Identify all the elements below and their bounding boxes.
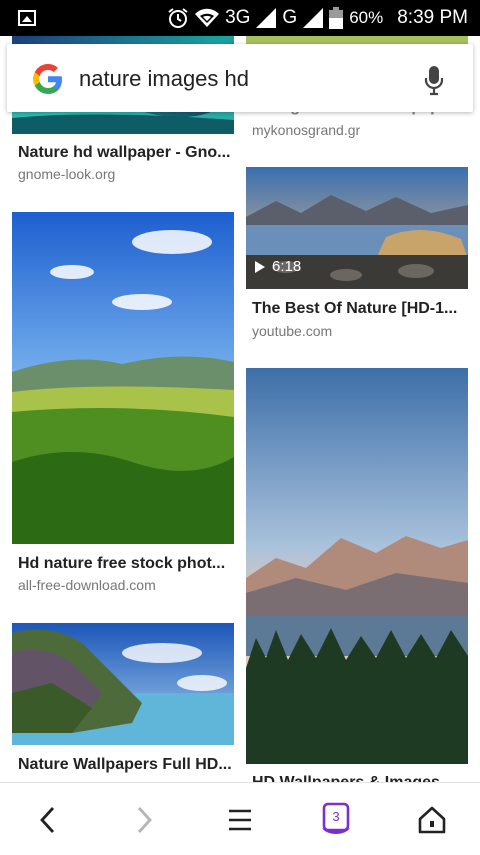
result-title-1[interactable]: Nature hd wallpaper - Gno... bbox=[18, 144, 232, 162]
result-title-6[interactable]: HD Wallpapers & Images bbox=[252, 774, 466, 782]
status-icons: 3G G 60% 8:39 PM bbox=[167, 0, 468, 36]
menu-button[interactable] bbox=[220, 801, 260, 839]
result-title-5[interactable]: Nature Wallpapers Full HD... bbox=[18, 756, 232, 774]
search-input[interactable]: nature images hd bbox=[79, 66, 249, 92]
result-card-5[interactable]: HD Wallpapers & Images bbox=[246, 368, 468, 782]
bottom-navigation: 3 bbox=[0, 782, 480, 855]
back-arrow-icon bbox=[40, 807, 55, 833]
result-thumbnail-5[interactable] bbox=[246, 368, 468, 764]
home-icon bbox=[418, 806, 446, 834]
signal-icon-2 bbox=[303, 8, 324, 28]
home-button[interactable] bbox=[412, 801, 452, 839]
image-results-grid: Nature hd wallpaper - Gno... gnome-look.… bbox=[0, 36, 480, 782]
result-source-3: youtube.com bbox=[252, 323, 333, 339]
result-thumbnail-6[interactable] bbox=[12, 623, 234, 745]
result-card-4[interactable]: Hd nature free stock phot... all-free-do… bbox=[12, 212, 234, 598]
battery-icon bbox=[329, 7, 344, 29]
result-card-6[interactable]: Nature Wallpapers Full HD... bbox=[12, 623, 234, 782]
result-card-3[interactable]: 6:18 The Best Of Nature [HD-1... youtube… bbox=[246, 167, 468, 347]
search-box[interactable]: nature images hd bbox=[7, 44, 473, 112]
signal-icon-1 bbox=[256, 8, 277, 28]
result-source-1: gnome-look.org bbox=[18, 166, 116, 182]
alarm-icon bbox=[168, 8, 188, 28]
clock: 8:39 PM bbox=[397, 7, 468, 28]
tabs-count: 3 bbox=[332, 809, 340, 824]
back-button[interactable] bbox=[28, 801, 68, 839]
network-type-2: G bbox=[282, 7, 298, 28]
tabs-button[interactable]: 3 bbox=[316, 801, 356, 839]
menu-icon bbox=[229, 809, 251, 831]
microphone-icon[interactable] bbox=[423, 64, 445, 96]
battery-percent: 60% bbox=[349, 8, 384, 27]
play-icon bbox=[255, 260, 265, 273]
result-source-4: all-free-download.com bbox=[18, 577, 156, 593]
result-title-3[interactable]: The Best Of Nature [HD-1... bbox=[252, 300, 464, 318]
network-type-1: 3G bbox=[225, 7, 251, 28]
result-thumbnail-3[interactable]: 6:18 bbox=[246, 167, 468, 289]
wifi-icon bbox=[195, 8, 220, 27]
result-thumbnail-4[interactable] bbox=[12, 212, 234, 544]
forward-button[interactable] bbox=[124, 801, 164, 839]
video-duration: 6:18 bbox=[254, 258, 301, 275]
google-logo-icon[interactable] bbox=[31, 62, 65, 96]
status-bar: 3G G 60% 8:39 PM bbox=[0, 0, 480, 36]
forward-arrow-icon bbox=[137, 807, 152, 833]
gallery-notification-icon bbox=[18, 10, 36, 26]
result-title-4[interactable]: Hd nature free stock phot... bbox=[18, 555, 232, 573]
result-source-2: mykonosgrand.gr bbox=[252, 122, 361, 138]
